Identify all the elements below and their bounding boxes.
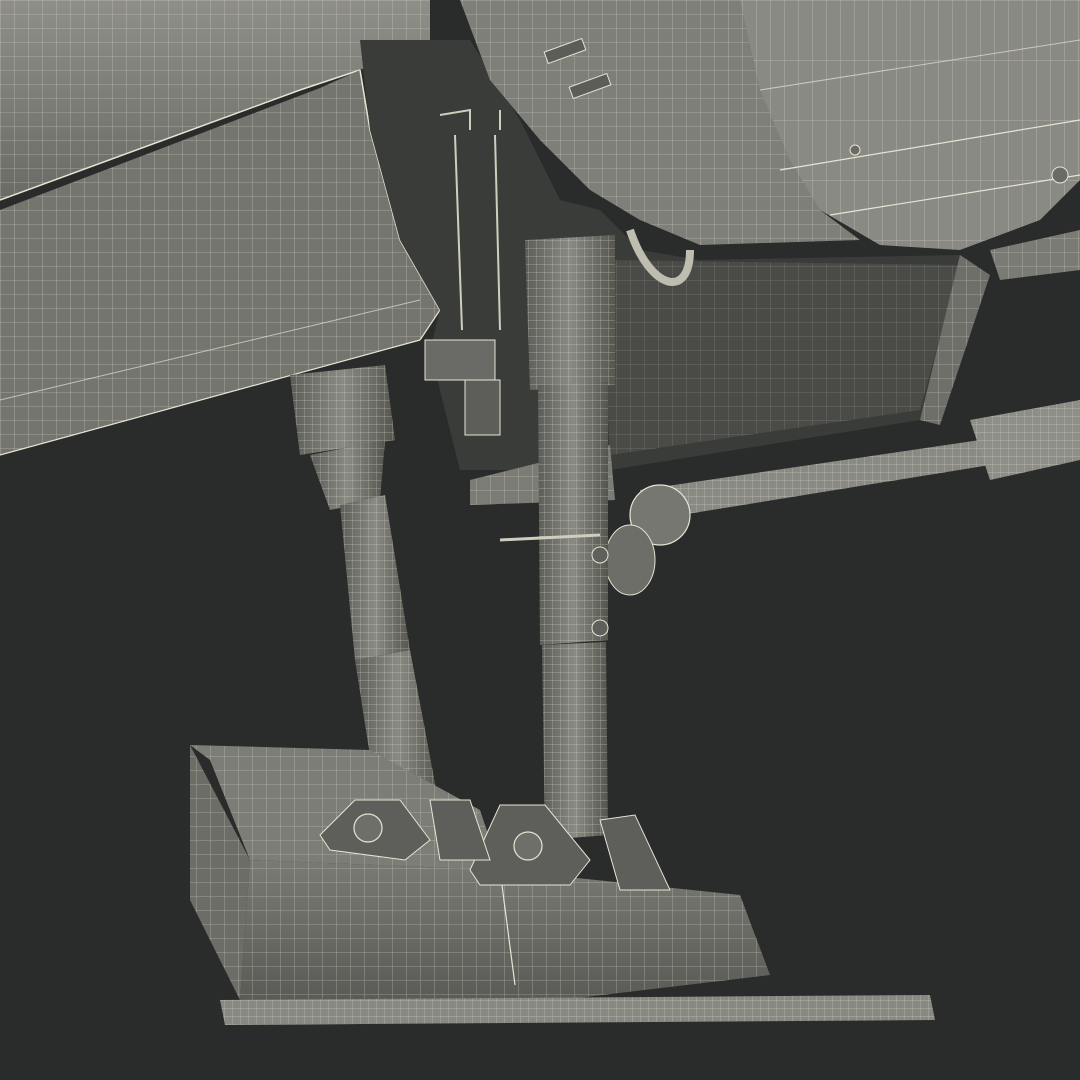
engine-underside xyxy=(990,230,1080,280)
wireframe-scene xyxy=(0,0,1080,1025)
wireframe-render xyxy=(0,0,1080,1080)
